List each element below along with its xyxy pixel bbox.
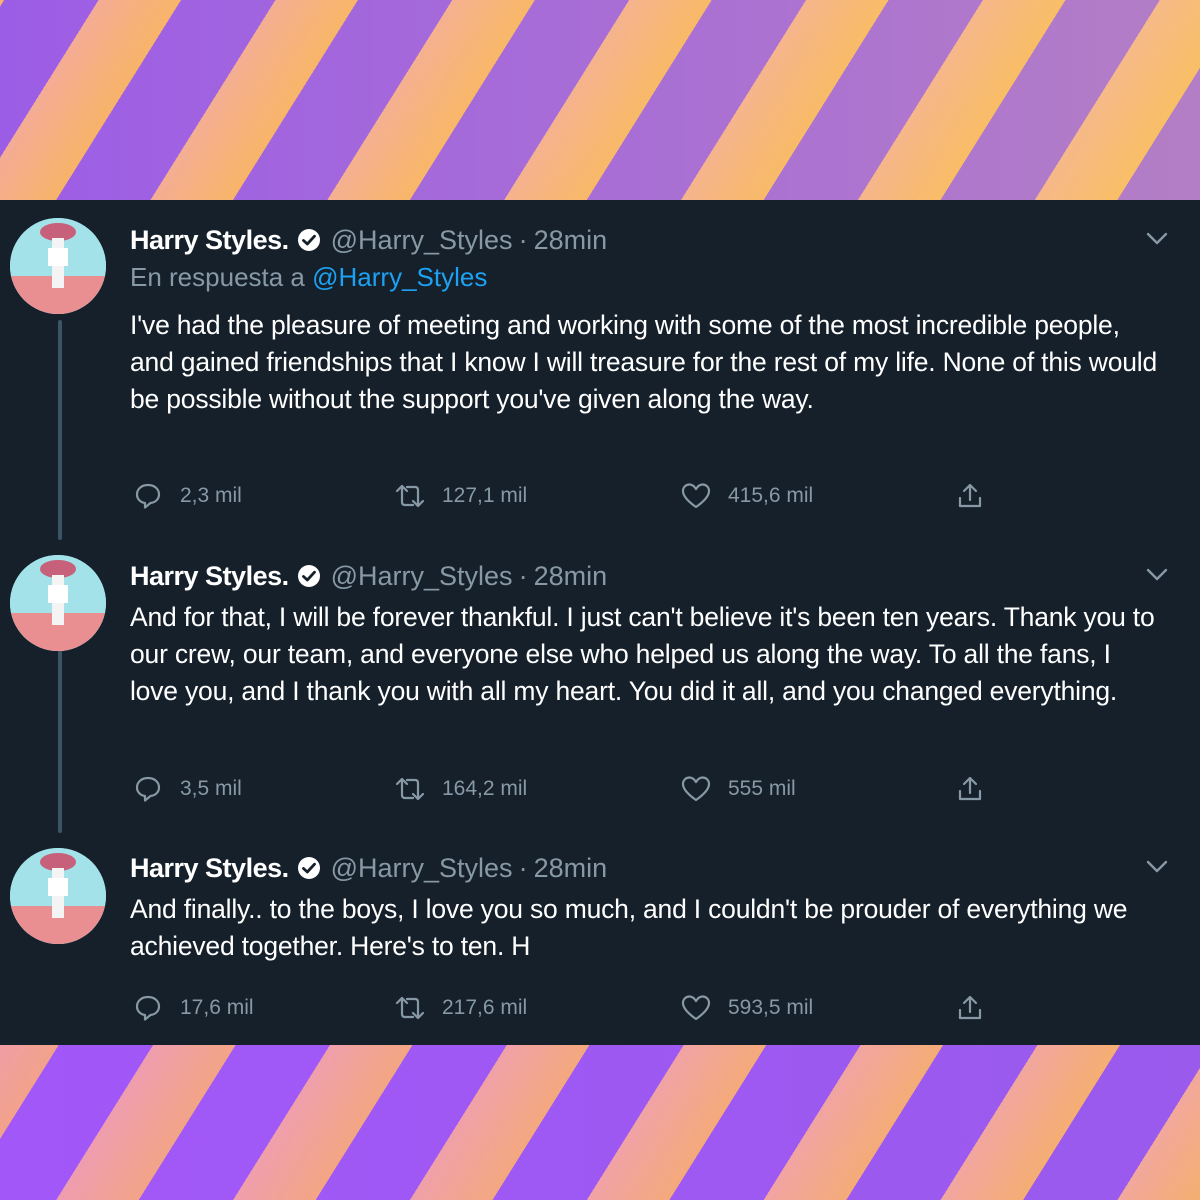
tweet-text: And for that, I will be forever thankful… — [130, 602, 1155, 706]
timestamp[interactable]: 28min — [534, 853, 608, 884]
reply-button[interactable]: 17,6 mil — [130, 988, 254, 1028]
timestamp[interactable]: 28min — [534, 561, 608, 592]
author-name[interactable]: Harry Styles. — [130, 561, 289, 592]
tweet-actions: 17,6 mil 217,6 mil 593,5 mil — [130, 988, 1010, 1028]
like-count: 593,5 mil — [728, 996, 814, 1019]
chevron-down-icon[interactable] — [1144, 562, 1170, 588]
avatar[interactable] — [10, 218, 106, 314]
reply-icon — [130, 990, 166, 1026]
retweet-icon — [392, 478, 428, 514]
tweet-text: I've had the pleasure of meeting and wor… — [130, 310, 1158, 414]
share-button[interactable] — [952, 988, 1002, 1028]
tweet-actions: 3,5 mil 164,2 mil 555 mil — [130, 769, 1010, 809]
like-count: 555 mil — [728, 777, 796, 800]
tweet-actions: 2,3 mil 127,1 mil 415,6 mil — [130, 476, 1010, 516]
reply-icon — [130, 478, 166, 514]
heart-icon — [678, 771, 714, 807]
timestamp[interactable]: 28min — [534, 225, 608, 256]
like-button[interactable]: 593,5 mil — [678, 988, 813, 1028]
tweet-header: Harry Styles. @Harry_Styles · 28min — [130, 222, 607, 258]
author-name[interactable]: Harry Styles. — [130, 853, 289, 884]
separator: · — [518, 560, 528, 591]
share-icon — [952, 478, 988, 514]
verified-badge-icon — [297, 856, 321, 880]
retweet-count: 127,1 mil — [442, 484, 528, 507]
retweet-icon — [392, 990, 428, 1026]
chevron-down-icon[interactable] — [1144, 854, 1170, 880]
reply-button[interactable]: 3,5 mil — [130, 769, 242, 809]
like-button[interactable]: 415,6 mil — [678, 476, 813, 516]
retweet-count: 217,6 mil — [442, 996, 528, 1019]
tweet[interactable]: Harry Styles. @Harry_Styles · 28min En r… — [0, 200, 1200, 545]
share-button[interactable] — [952, 769, 1002, 809]
tweet-header: Harry Styles. @Harry_Styles · 28min — [130, 558, 607, 594]
tweet-text: And finally.. to the boys, I love you so… — [130, 894, 1128, 961]
verified-badge-icon — [297, 564, 321, 588]
retweet-button[interactable]: 164,2 mil — [392, 769, 527, 809]
like-button[interactable]: 555 mil — [678, 769, 796, 809]
retweet-button[interactable]: 217,6 mil — [392, 988, 527, 1028]
reply-prefix: En respuesta a — [130, 262, 305, 292]
like-count: 415,6 mil — [728, 484, 814, 507]
tweet[interactable]: Harry Styles. @Harry_Styles · 28min And … — [0, 545, 1200, 835]
reply-count: 3,5 mil — [180, 777, 242, 800]
retweet-count: 164,2 mil — [442, 777, 528, 800]
share-icon — [952, 771, 988, 807]
reply-context: En respuesta a @Harry_Styles — [130, 262, 487, 293]
retweet-button[interactable]: 127,1 mil — [392, 476, 527, 516]
heart-icon — [678, 478, 714, 514]
retweet-icon — [392, 771, 428, 807]
author-handle[interactable]: @Harry_Styles — [331, 225, 513, 256]
author-name[interactable]: Harry Styles. — [130, 225, 289, 256]
separator: · — [518, 852, 528, 883]
heart-icon — [678, 990, 714, 1026]
reply-button[interactable]: 2,3 mil — [130, 476, 242, 516]
reply-handle-link[interactable]: @Harry_Styles — [312, 262, 487, 292]
avatar[interactable] — [10, 555, 106, 651]
share-button[interactable] — [952, 476, 1002, 516]
reply-icon — [130, 771, 166, 807]
chevron-down-icon[interactable] — [1144, 226, 1170, 252]
background-bottom-band — [0, 1045, 1200, 1200]
tweet-header: Harry Styles. @Harry_Styles · 28min — [130, 850, 607, 886]
reply-count: 2,3 mil — [180, 484, 242, 507]
author-handle[interactable]: @Harry_Styles — [331, 853, 513, 884]
avatar[interactable] — [10, 848, 106, 944]
tweet[interactable]: Harry Styles. @Harry_Styles · 28min And … — [0, 838, 1200, 1045]
author-handle[interactable]: @Harry_Styles — [331, 561, 513, 592]
reply-count: 17,6 mil — [180, 996, 254, 1019]
share-icon — [952, 990, 988, 1026]
separator: · — [518, 224, 528, 255]
tweet-thread-panel: Harry Styles. @Harry_Styles · 28min En r… — [0, 200, 1200, 1045]
background-top-band — [0, 0, 1200, 200]
verified-badge-icon — [297, 228, 321, 252]
